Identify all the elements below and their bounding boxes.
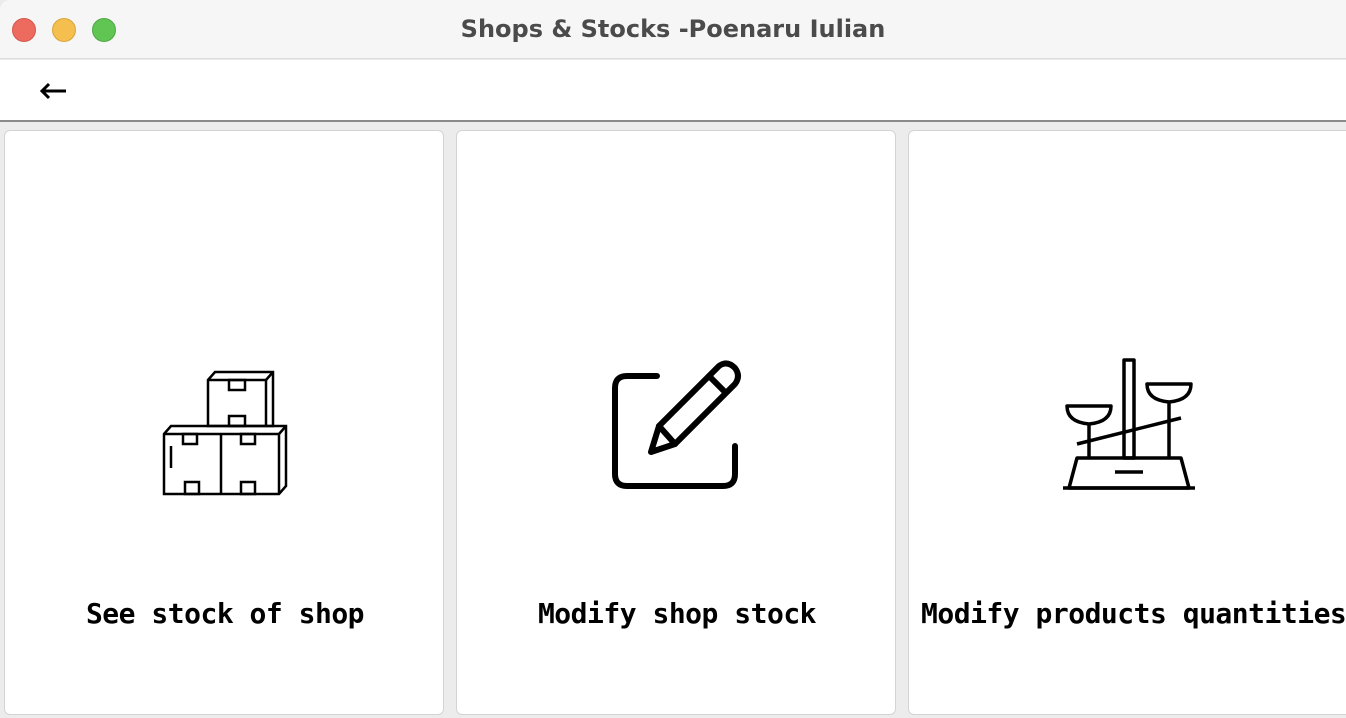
window-titlebar: Shops & Stocks -Poenaru Iulian — [0, 0, 1346, 59]
see-stock-card[interactable]: See stock of shop — [4, 130, 444, 715]
back-button[interactable] — [34, 74, 72, 108]
modify-stock-label: Modify shop stock — [537, 597, 817, 630]
left-arrow-icon — [39, 82, 66, 100]
modify-stock-card[interactable]: Modify shop stock — [456, 130, 896, 715]
modify-quantities-card[interactable]: Modify products quantities — [908, 130, 1346, 715]
modify-quantities-label: Modify products quantities — [921, 597, 1346, 630]
toolbar — [0, 60, 1346, 122]
main-content: See stock of shop Modify shop stock Modi… — [0, 122, 1346, 718]
window-title: Shops & Stocks -Poenaru Iulian — [460, 15, 886, 43]
edit-pencil-icon — [612, 360, 741, 489]
balance-scale-icon — [1063, 358, 1195, 490]
stacked-boxes-icon — [162, 370, 288, 496]
see-stock-label: See stock of shop — [85, 597, 365, 630]
